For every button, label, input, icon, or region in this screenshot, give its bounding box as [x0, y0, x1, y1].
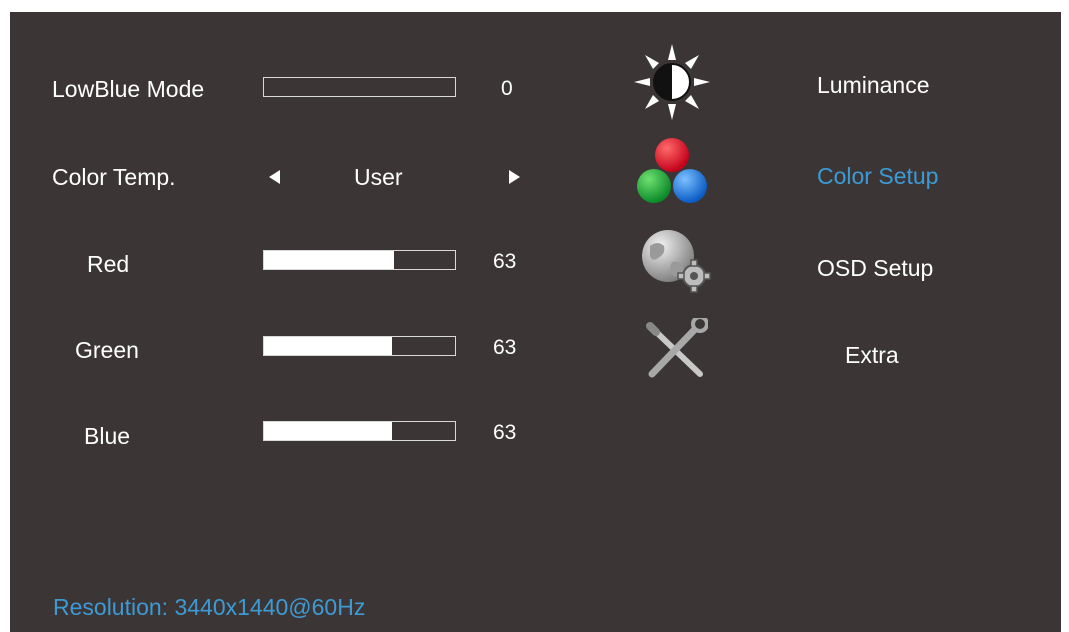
rgb-circles-icon[interactable] [634, 136, 710, 208]
red-value: 63 [493, 250, 517, 273]
green-slider-fill [264, 337, 392, 355]
resolution-status: Resolution: 3440x1440@60Hz [53, 594, 366, 620]
red-label: Red [87, 251, 130, 277]
red-slider-fill [264, 251, 394, 269]
color-temp-label: Color Temp. [52, 164, 176, 190]
red-slider[interactable] [263, 250, 456, 270]
blue-label: Blue [84, 423, 131, 449]
lowblue-mode-slider[interactable] [263, 77, 456, 97]
green-slider[interactable] [263, 336, 456, 356]
blue-slider-fill [264, 422, 392, 440]
menu-item-osd-setup[interactable]: OSD Setup [817, 255, 933, 282]
menu-item-luminance[interactable]: Luminance [817, 72, 930, 99]
blue-value: 63 [493, 421, 517, 444]
menu-item-extra[interactable]: Extra [845, 342, 899, 369]
globe-gear-icon[interactable] [638, 228, 712, 294]
wrench-screwdriver-icon[interactable] [642, 318, 708, 380]
menu-item-color-setup[interactable]: Color Setup [817, 163, 938, 190]
green-label: Green [75, 337, 139, 363]
color-temp-left-arrow-icon[interactable] [269, 170, 280, 184]
lowblue-mode-value: 0 [501, 77, 513, 100]
blue-slider[interactable] [263, 421, 456, 441]
lowblue-mode-label: LowBlue Mode [52, 76, 205, 102]
sun-contrast-icon[interactable] [632, 42, 712, 122]
green-value: 63 [493, 336, 517, 359]
color-temp-value: User [354, 164, 403, 190]
osd-menu: LowBlue Mode 0 Color Temp. User Red 63 G… [10, 12, 1061, 632]
color-temp-right-arrow-icon[interactable] [509, 170, 520, 184]
